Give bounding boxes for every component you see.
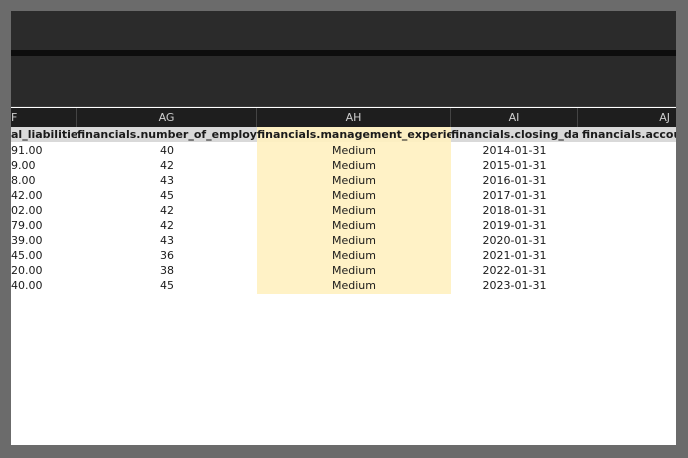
cell-AH-row-1[interactable]: Medium (257, 143, 451, 158)
cell-AI-row-9[interactable]: 2022-01-31 (451, 263, 578, 278)
cell-AJ-row-1[interactable] (578, 143, 676, 158)
title-bar (11, 11, 676, 50)
cell-AH-row-4[interactable]: Medium (257, 188, 451, 203)
cell-AI-row-4[interactable]: 2017-01-31 (451, 188, 578, 203)
header-cell-AJ[interactable]: financials.account (578, 127, 676, 142)
cell-AG-row-6[interactable]: 42 (77, 218, 257, 233)
cell-F-row-2[interactable]: 9.00 (11, 158, 77, 173)
column-header-AG[interactable]: AG (77, 108, 257, 127)
column-header-bar: F AG AH AI AJ (11, 108, 676, 127)
column-header-AI[interactable]: AI (451, 108, 578, 127)
column-header-F[interactable]: F (11, 108, 77, 127)
cell-AH-row-10[interactable]: Medium (257, 278, 451, 293)
cell-F-row-1[interactable]: 91.00 (11, 143, 77, 158)
cell-AI-row-7[interactable]: 2020-01-31 (451, 233, 578, 248)
cell-AJ-row-5[interactable] (578, 203, 676, 218)
cell-grid: al_liabilities financials.number_of_empl… (11, 127, 676, 445)
toolbar (11, 56, 676, 107)
header-cell-AH[interactable]: financials.management_experience (257, 127, 451, 142)
cell-AH-row-7[interactable]: Medium (257, 233, 451, 248)
cell-AH-row-2[interactable]: Medium (257, 158, 451, 173)
cell-F-row-6[interactable]: 79.00 (11, 218, 77, 233)
cell-F-row-3[interactable]: 8.00 (11, 173, 77, 188)
cell-F-row-7[interactable]: 39.00 (11, 233, 77, 248)
header-cell-F[interactable]: al_liabilities (11, 127, 77, 142)
cell-AI-row-2[interactable]: 2015-01-31 (451, 158, 578, 173)
cell-AG-row-3[interactable]: 43 (77, 173, 257, 188)
cell-AG-row-7[interactable]: 43 (77, 233, 257, 248)
cell-AH-row-9[interactable]: Medium (257, 263, 451, 278)
cell-AG-row-4[interactable]: 45 (77, 188, 257, 203)
header-cell-AI[interactable]: financials.closing_date (451, 127, 578, 142)
cell-AH-row-5[interactable]: Medium (257, 203, 451, 218)
cell-AG-row-1[interactable]: 40 (77, 143, 257, 158)
cell-AI-row-3[interactable]: 2016-01-31 (451, 173, 578, 188)
cell-AJ-row-8[interactable] (578, 248, 676, 263)
cell-AJ-row-9[interactable] (578, 263, 676, 278)
cell-AJ-row-7[interactable] (578, 233, 676, 248)
cell-F-row-4[interactable]: 42.00 (11, 188, 77, 203)
cell-AH-row-6[interactable]: Medium (257, 218, 451, 233)
cell-AJ-row-2[interactable] (578, 158, 676, 173)
column-header-AH[interactable]: AH (257, 108, 451, 127)
cell-AG-row-5[interactable]: 42 (77, 203, 257, 218)
cell-AJ-row-3[interactable] (578, 173, 676, 188)
cell-AI-row-10[interactable]: 2023-01-31 (451, 278, 578, 293)
cell-F-row-8[interactable]: 45.00 (11, 248, 77, 263)
spreadsheet-window: F AG AH AI AJ al_liabilities financials.… (11, 11, 676, 445)
cell-AI-row-8[interactable]: 2021-01-31 (451, 248, 578, 263)
cell-AJ-row-6[interactable] (578, 218, 676, 233)
cell-AH-row-8[interactable]: Medium (257, 248, 451, 263)
cell-AI-row-5[interactable]: 2018-01-31 (451, 203, 578, 218)
column-header-AJ[interactable]: AJ (578, 108, 676, 127)
cell-F-row-5[interactable]: 02.00 (11, 203, 77, 218)
cell-F-row-9[interactable]: 20.00 (11, 263, 77, 278)
cell-AI-row-1[interactable]: 2014-01-31 (451, 143, 578, 158)
cell-AJ-row-10[interactable] (578, 278, 676, 293)
cell-AI-row-6[interactable]: 2019-01-31 (451, 218, 578, 233)
header-cell-AG[interactable]: financials.number_of_employees (77, 127, 257, 142)
cell-AG-row-8[interactable]: 36 (77, 248, 257, 263)
cell-AH-row-3[interactable]: Medium (257, 173, 451, 188)
cell-AG-row-9[interactable]: 38 (77, 263, 257, 278)
cell-AJ-row-4[interactable] (578, 188, 676, 203)
cell-AG-row-10[interactable]: 45 (77, 278, 257, 293)
cell-AG-row-2[interactable]: 42 (77, 158, 257, 173)
cell-F-row-10[interactable]: 40.00 (11, 278, 77, 293)
